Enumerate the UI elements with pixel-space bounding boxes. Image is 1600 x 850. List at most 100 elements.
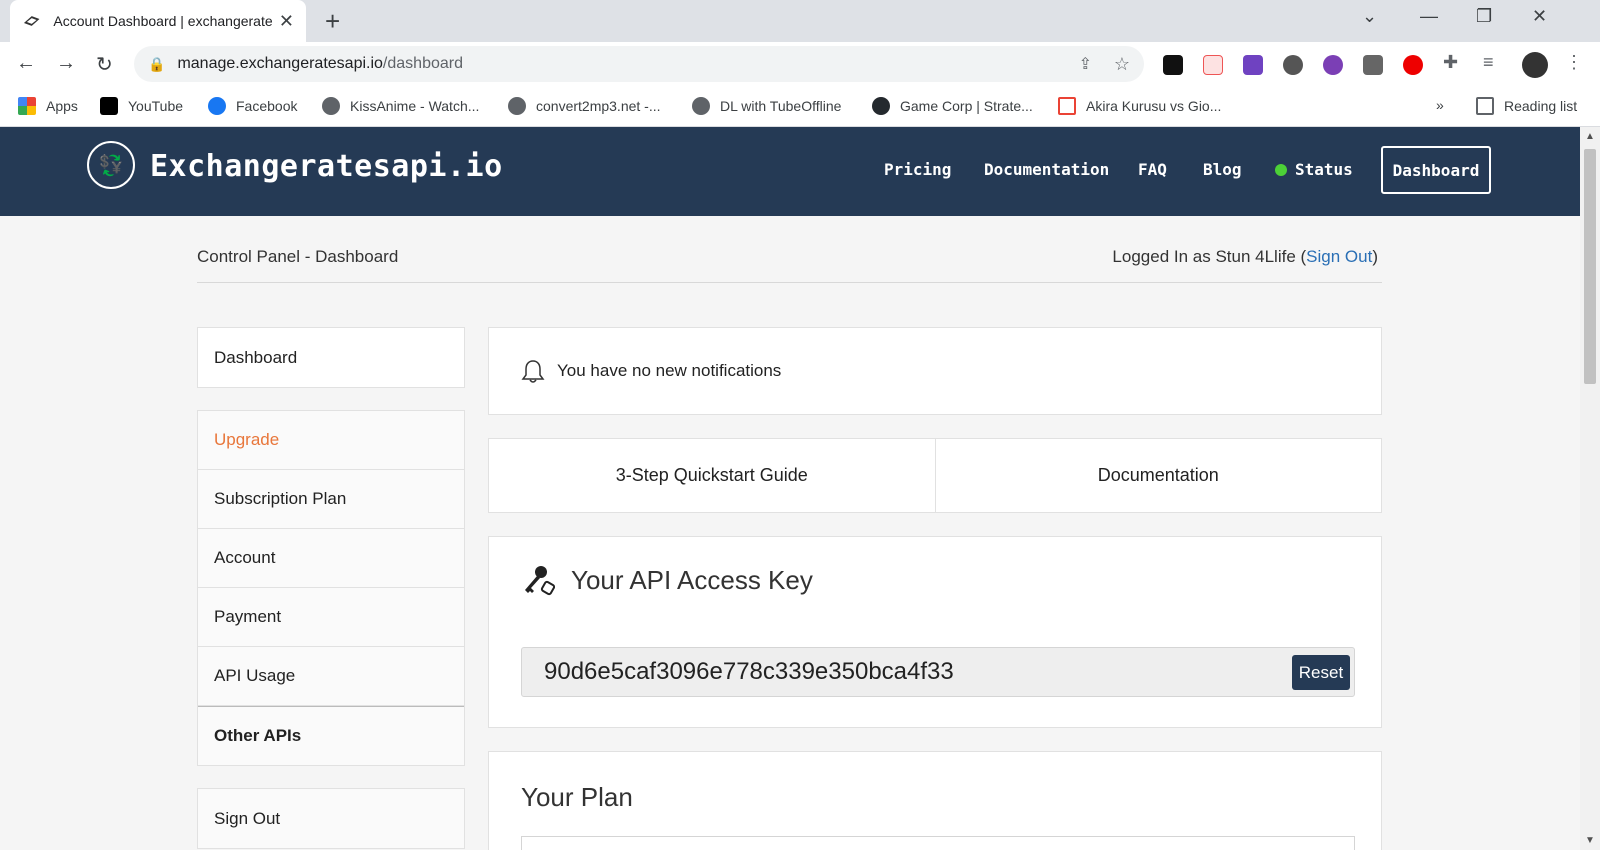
bookmark-label: KissAnime - Watch... [350, 98, 480, 114]
dashboard-button[interactable]: Dashboard [1381, 146, 1491, 194]
close-tab-icon[interactable]: ✕ [279, 11, 294, 32]
nav-status[interactable]: Status [1275, 160, 1353, 179]
bookmark-convert2mp3[interactable]: convert2mp3.net -... [508, 97, 661, 115]
bookmark-gmail[interactable]: Akira Kurusu vs Gio... [1058, 97, 1221, 115]
guides-panel: 3-Step Quickstart Guide Documentation [488, 438, 1382, 513]
extension-icon[interactable] [1243, 55, 1263, 75]
brand-name[interactable]: Exchangeratesapi.io [150, 149, 503, 184]
address-bar[interactable]: 🔒 manage.exchangeratesapi.io/dashboard ⇪… [134, 46, 1144, 82]
bookmark-label: YouTube [128, 98, 184, 114]
nav-pricing[interactable]: Pricing [884, 160, 951, 179]
extension-icon[interactable] [1163, 55, 1183, 75]
bookmark-star-icon[interactable]: ☆ [1114, 54, 1130, 75]
facebook-icon [208, 97, 226, 115]
bookmark-kissanime[interactable]: KissAnime - Watch... [322, 97, 479, 115]
sidebar-item-upgrade[interactable]: Upgrade [198, 411, 464, 470]
api-key-panel: Your API Access Key 90d6e5caf3096e778c33… [488, 536, 1382, 728]
reading-list-button[interactable]: Reading list [1476, 97, 1577, 115]
sidebar-signout-group: Sign Out [197, 788, 465, 849]
bookmarks-bar: Apps YouTube Facebook KissAnime - Watch.… [0, 87, 1600, 127]
bookmark-apps[interactable]: Apps [18, 97, 78, 115]
plan-panel: Your Plan [488, 751, 1382, 850]
window-close-icon[interactable]: ✕ [1532, 6, 1547, 27]
notification-text: You have no new notifications [557, 361, 782, 380]
notification-panel: You have no new notifications [488, 327, 1382, 415]
reset-key-button[interactable]: Reset [1292, 655, 1350, 690]
logged-in-status: Logged In as Stun 4Llife (Sign Out) [1112, 247, 1378, 267]
bookmark-label: Apps [46, 98, 78, 114]
sidebar-item-dashboard[interactable]: Dashboard [198, 328, 464, 387]
extension-icon[interactable] [1363, 55, 1383, 75]
quickstart-guide-link[interactable]: 3-Step Quickstart Guide [489, 439, 936, 512]
nav-status-label: Status [1295, 160, 1353, 179]
extension-icon[interactable] [1203, 55, 1223, 75]
globe-icon [508, 97, 526, 115]
extension-icon[interactable] [1283, 55, 1303, 75]
divider [197, 282, 1382, 283]
breadcrumb: Control Panel - Dashboard [197, 247, 399, 266]
menu-kebab-icon[interactable]: ⋮ [1565, 52, 1585, 72]
avatar[interactable] [1522, 52, 1548, 78]
bell-icon [521, 360, 545, 383]
adblock-icon[interactable] [1403, 55, 1423, 75]
share-icon[interactable]: ⇪ [1079, 54, 1092, 74]
apps-grid-icon [18, 97, 36, 115]
status-dot-icon [1275, 164, 1287, 176]
sidebar-dashboard-group: Dashboard [197, 327, 465, 388]
bookmark-tubeoffline[interactable]: DL with TubeOffline [692, 97, 841, 115]
logged-in-text: Logged In as Stun 4Llife ( [1112, 247, 1307, 266]
back-icon[interactable]: ← [16, 52, 36, 75]
restore-icon[interactable]: ❐ [1476, 6, 1492, 27]
minimize-icon[interactable]: — [1420, 6, 1438, 27]
bookmark-youtube[interactable]: YouTube [100, 97, 183, 115]
tab-search-icon[interactable]: ⌄ [1362, 6, 1377, 27]
media-control-icon[interactable]: ≡ [1483, 52, 1503, 72]
sidebar-item-sign-out[interactable]: Sign Out [198, 789, 464, 848]
nav-faq[interactable]: FAQ [1138, 160, 1167, 179]
documentation-link[interactable]: Documentation [936, 439, 1382, 512]
sidebar-item-payment[interactable]: Payment [198, 588, 464, 647]
bookmark-label: convert2mp3.net -... [536, 98, 661, 114]
bookmark-label: DL with TubeOffline [720, 98, 842, 114]
bookmark-facebook[interactable]: Facebook [208, 97, 297, 115]
sidebar-item-api-usage[interactable]: API Usage [198, 647, 464, 706]
api-key-title: Your API Access Key [571, 564, 813, 595]
plan-title: Your Plan [521, 782, 633, 812]
reading-list-icon [1476, 97, 1494, 115]
sidebar-item-other-apis[interactable]: Other APIs [198, 706, 464, 765]
url-path: /dashboard [382, 55, 463, 72]
new-tab-button[interactable]: + [325, 6, 340, 37]
sign-out-link[interactable]: Sign Out [1306, 247, 1372, 266]
site-favicon-icon [23, 16, 40, 26]
sidebar-menu: Upgrade Subscription Plan Account Paymen… [197, 410, 465, 766]
scrollbar-thumb[interactable] [1584, 149, 1596, 384]
logged-in-suffix: ) [1372, 247, 1378, 266]
tab-strip: Account Dashboard | exchangerates ✕ + ⌄ … [0, 0, 1600, 42]
forward-icon[interactable]: → [56, 52, 76, 75]
reading-list-label: Reading list [1504, 98, 1578, 114]
bookmark-gamecorp[interactable]: Game Corp | Strate... [872, 97, 1033, 115]
youtube-icon [100, 97, 118, 115]
browser-tab[interactable]: Account Dashboard | exchangerates ✕ [10, 0, 306, 42]
sidebar-item-account[interactable]: Account [198, 529, 464, 588]
nav-documentation[interactable]: Documentation [984, 160, 1109, 179]
site-header: 💱 Exchangeratesapi.io Pricing Documentat… [0, 127, 1580, 216]
more-bookmarks-button[interactable]: » [1436, 97, 1444, 113]
url-host: manage.exchangeratesapi.io [177, 55, 383, 72]
nav-blog[interactable]: Blog [1203, 160, 1242, 179]
sidebar-item-subscription-plan[interactable]: Subscription Plan [198, 470, 464, 529]
keys-icon [525, 566, 555, 596]
lock-icon: 🔒 [148, 55, 166, 72]
scroll-down-icon[interactable]: ▼ [1585, 835, 1595, 846]
bookmark-label: Akira Kurusu vs Gio... [1086, 98, 1222, 114]
logo-icon[interactable]: 💱 [87, 141, 135, 189]
tab-title: Account Dashboard | exchangerates [53, 13, 273, 29]
reload-icon[interactable]: ↻ [96, 52, 113, 77]
scroll-up-icon[interactable]: ▲ [1585, 131, 1595, 142]
api-key-field[interactable]: 90d6e5caf3096e778c339e350bca4f33 Reset [521, 647, 1355, 697]
bookmark-label: Facebook [236, 98, 298, 114]
globe-icon [322, 97, 340, 115]
page-scrollbar[interactable]: ▲ ▼ [1580, 127, 1600, 850]
puzzle-extensions-icon[interactable]: ✚ [1443, 52, 1463, 72]
extension-icon[interactable] [1323, 55, 1343, 75]
